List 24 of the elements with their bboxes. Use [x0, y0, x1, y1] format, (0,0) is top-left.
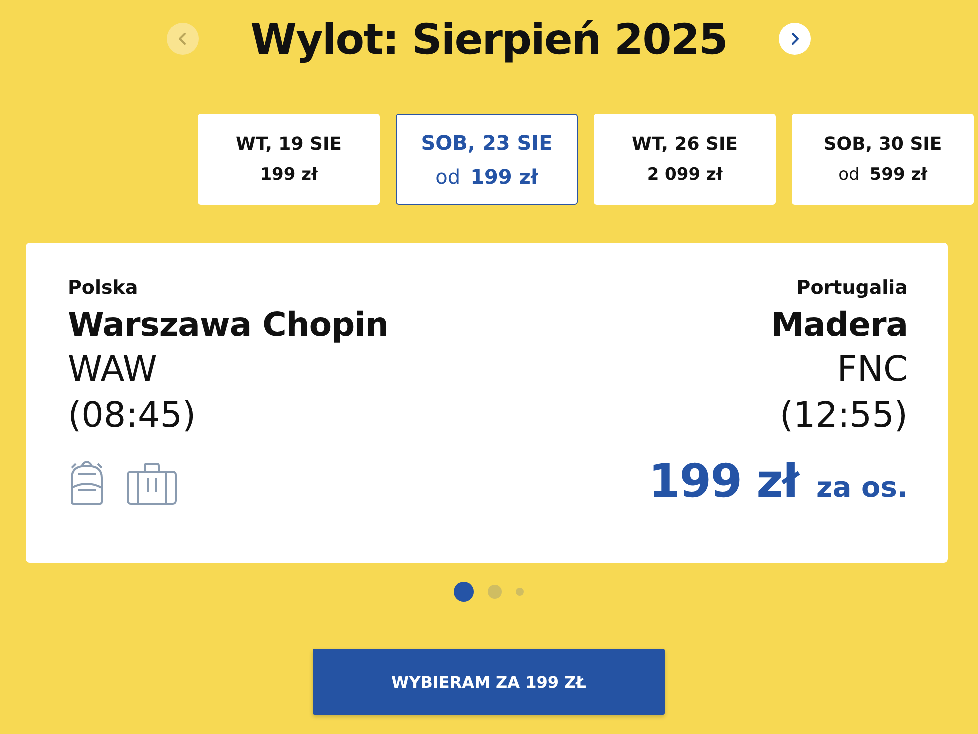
- pager-dot[interactable]: [488, 585, 502, 599]
- date-tab[interactable]: SOB, 23 SIE od 199 zł: [396, 114, 578, 205]
- destination-code: FNC: [837, 350, 908, 390]
- chevron-left-icon: [176, 32, 189, 46]
- per-person-label: za os.: [816, 471, 908, 504]
- next-month-button[interactable]: [779, 23, 812, 55]
- origin-country: Polska: [68, 277, 138, 299]
- origin-airport: Warszawa Chopin: [68, 305, 388, 344]
- chevron-right-icon: [789, 32, 802, 46]
- origin-code: WAW: [68, 350, 158, 390]
- fare-price: 199 zł: [648, 454, 799, 508]
- pager-dot[interactable]: [454, 582, 474, 602]
- departure-time: (08:45): [68, 396, 196, 436]
- month-title: Wylot: Sierpień 2025: [250, 14, 728, 64]
- arrival-time: (12:55): [780, 396, 908, 436]
- select-fare-button[interactable]: WYBIERAM ZA 199 ZŁ: [313, 649, 665, 715]
- date-tab[interactable]: SOB, 30 SIE od 599 zł: [792, 114, 974, 205]
- suitcase-icon: [126, 462, 178, 506]
- pager-dot[interactable]: [516, 588, 524, 596]
- date-tab[interactable]: WT, 19 SIE 199 zł: [198, 114, 380, 205]
- destination-country: Portugalia: [796, 277, 908, 299]
- backpack-icon: [68, 458, 106, 506]
- destination-airport: Madera: [771, 305, 908, 344]
- date-tab[interactable]: WT, 26 SIE 2 099 zł: [594, 114, 776, 205]
